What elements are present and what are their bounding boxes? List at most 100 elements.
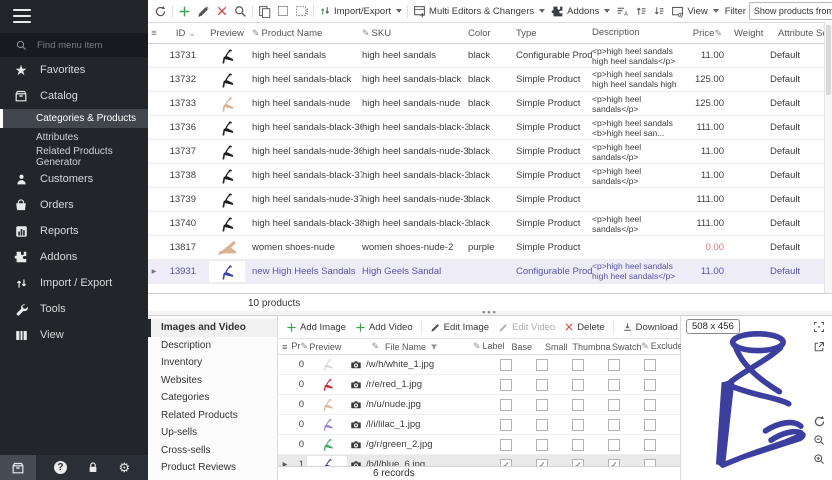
- swatch-checkbox[interactable]: [608, 359, 620, 371]
- grid-options-icon[interactable]: ≡: [278, 342, 291, 352]
- rotate-image-icon[interactable]: [813, 415, 826, 428]
- column-header-id[interactable]: ID ⌄: [160, 28, 202, 39]
- paste-special-button[interactable]: [292, 1, 311, 21]
- filter-select[interactable]: Show products from selected categories: [749, 2, 832, 20]
- small-checkbox[interactable]: [536, 439, 548, 451]
- select-checkbox-button[interactable]: [274, 1, 292, 21]
- add-video-button[interactable]: Add Video: [352, 322, 416, 333]
- addons-menu[interactable]: Addons: [548, 1, 613, 21]
- small-checkbox[interactable]: [536, 359, 548, 371]
- thumbnail-checkbox[interactable]: [572, 399, 584, 411]
- table-row[interactable]: 13733 high heel sandals-nude high heel s…: [148, 92, 832, 116]
- help-icon[interactable]: ?: [54, 461, 67, 474]
- small-checkbox[interactable]: [536, 419, 548, 431]
- base-checkbox[interactable]: [500, 439, 512, 451]
- column-header-price[interactable]: Price✎: [684, 28, 726, 39]
- multi-editors-menu[interactable]: Multi Editors & Changers: [410, 1, 548, 21]
- import-export-menu[interactable]: Import/Export: [316, 1, 405, 21]
- exclude-checkbox[interactable]: [644, 359, 656, 371]
- tab-related-products[interactable]: Related Products: [148, 407, 277, 425]
- vertical-scrollbar[interactable]: [824, 22, 832, 293]
- store-connection-button[interactable]: [0, 455, 36, 480]
- table-row-selected[interactable]: ▸ 13931 new High Heels Sandals High Geel…: [148, 260, 832, 284]
- sidebar-search[interactable]: Find menu item: [0, 33, 148, 57]
- small-checkbox[interactable]: [536, 379, 548, 391]
- thumbnail-checkbox[interactable]: [572, 359, 584, 371]
- column-header-small[interactable]: Small: [539, 342, 573, 352]
- thumbnail-checkbox[interactable]: [572, 439, 584, 451]
- column-header-base[interactable]: Base: [505, 342, 539, 352]
- tab-up-sells[interactable]: Up-sells: [148, 424, 277, 442]
- copy-button[interactable]: [255, 1, 274, 21]
- image-row[interactable]: 0 /w/h/white_1.jpg: [278, 355, 680, 375]
- column-header-color[interactable]: Color: [468, 28, 516, 39]
- base-checkbox[interactable]: [500, 359, 512, 371]
- sidebar-item-reports[interactable]: Reports: [0, 218, 148, 244]
- tab-images-and-video[interactable]: Images and Video: [148, 319, 277, 337]
- sidebar-item-attributes[interactable]: Attributes: [0, 128, 148, 147]
- edit-image-button[interactable]: Edit Image: [427, 322, 492, 333]
- hamburger-menu-icon[interactable]: [0, 0, 148, 33]
- tab-categories[interactable]: Categories: [148, 389, 277, 407]
- thumbnail-checkbox[interactable]: [572, 419, 584, 431]
- table-row[interactable]: 13731 high heel sandals high heel sandal…: [148, 44, 832, 68]
- delete-image-button[interactable]: Delete: [561, 322, 607, 333]
- search-products-button[interactable]: [231, 1, 250, 21]
- tab-inventory[interactable]: Inventory: [148, 354, 277, 372]
- collapse-rows-button[interactable]: [650, 1, 668, 21]
- exclude-checkbox[interactable]: [644, 419, 656, 431]
- column-header-attribute-set[interactable]: Attribute Set Name: [770, 28, 832, 39]
- base-checkbox[interactable]: [500, 399, 512, 411]
- column-header-thumbnail[interactable]: Thumbna: [574, 342, 610, 352]
- column-header-file-name[interactable]: ✎File Name: [347, 341, 473, 352]
- tab-cross-sells[interactable]: Cross-sells: [148, 442, 277, 460]
- lock-icon[interactable]: [87, 461, 99, 474]
- base-checkbox[interactable]: [500, 379, 512, 391]
- add-image-button[interactable]: Add Image: [283, 322, 349, 333]
- edit-product-button[interactable]: [194, 1, 213, 21]
- tab-description[interactable]: Description: [148, 337, 277, 355]
- refresh-button[interactable]: [151, 1, 170, 21]
- sort-columns-button[interactable]: A: [613, 1, 632, 21]
- add-product-button[interactable]: [175, 1, 194, 21]
- delete-product-button[interactable]: [213, 1, 231, 21]
- sidebar-item-import-export[interactable]: Import / Export: [0, 270, 148, 296]
- zoom-out-icon[interactable]: [813, 434, 826, 447]
- image-row[interactable]: 0 /g/r/green_2.jpg: [278, 435, 680, 455]
- sidebar-item-categories-products[interactable]: Categories & Products: [0, 109, 148, 128]
- column-header-exclude[interactable]: ✎Exclude: [644, 341, 680, 352]
- settings-gear-icon[interactable]: ⚙: [118, 461, 130, 474]
- sidebar-item-customers[interactable]: Customers: [0, 166, 148, 192]
- column-header-weight[interactable]: Weight: [726, 28, 770, 39]
- small-checkbox[interactable]: [536, 399, 548, 411]
- image-row[interactable]: 0 /n/u/nude.jpg: [278, 395, 680, 415]
- column-header-sku[interactable]: ✎SKU: [362, 28, 468, 39]
- image-row[interactable]: 0 /r/e/red_1.jpg: [278, 375, 680, 395]
- view-menu[interactable]: View: [668, 1, 721, 21]
- swatch-checkbox[interactable]: [608, 379, 620, 391]
- sidebar-item-catalog[interactable]: Catalog: [0, 83, 148, 109]
- column-header-pr[interactable]: Pr✎: [291, 341, 303, 352]
- exclude-checkbox[interactable]: [644, 379, 656, 391]
- exclude-checkbox[interactable]: [644, 399, 656, 411]
- tab-product-reviews[interactable]: Product Reviews: [148, 459, 277, 477]
- sidebar-item-view[interactable]: View: [0, 322, 148, 348]
- sidebar-item-addons[interactable]: Addons: [0, 244, 148, 270]
- column-header-product-name[interactable]: ✎Product Name: [252, 28, 362, 39]
- table-row[interactable]: 13738 high heel sandals-black-37 high he…: [148, 164, 832, 188]
- column-header-type[interactable]: Type: [516, 28, 592, 39]
- sidebar-item-related-products-generator[interactable]: Related Products Generator: [0, 147, 148, 166]
- sidebar-item-tools[interactable]: Tools: [0, 296, 148, 322]
- image-row[interactable]: 0 /l/i/lilac_1.jpg: [278, 415, 680, 435]
- sidebar-item-favorites[interactable]: ★ Favorites: [0, 57, 148, 83]
- table-row[interactable]: 13732 high heel sandals-black high heel …: [148, 68, 832, 92]
- column-header-swatch[interactable]: Swatch: [610, 342, 644, 352]
- table-row[interactable]: 13740 high heel sandals-black-38 high he…: [148, 212, 832, 236]
- swatch-checkbox[interactable]: [608, 419, 620, 431]
- column-header-description[interactable]: Description: [592, 28, 684, 38]
- filter-funnel-icon[interactable]: [430, 343, 438, 351]
- sidebar-item-orders[interactable]: Orders: [0, 192, 148, 218]
- table-row[interactable]: 13737 high heel sandals-nude-36 high hee…: [148, 140, 832, 164]
- tab-websites[interactable]: Websites: [148, 372, 277, 390]
- column-header-preview[interactable]: Preview: [303, 342, 347, 352]
